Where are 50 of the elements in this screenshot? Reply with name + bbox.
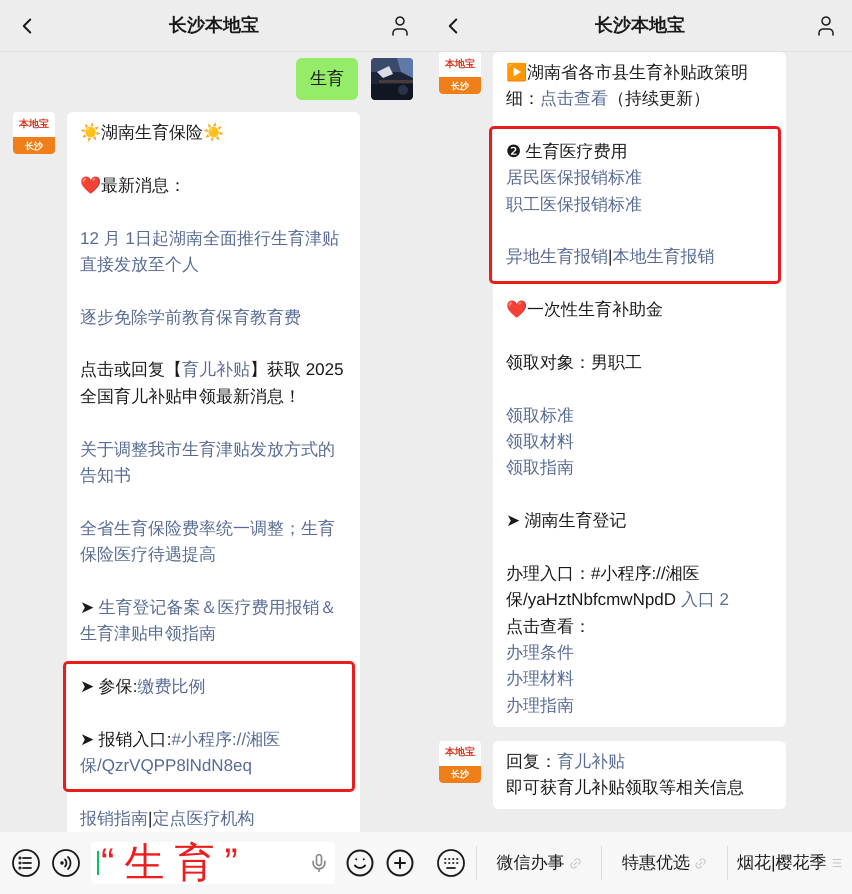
message-text: ❤最新消息：: [80, 174, 187, 197]
logo-text: 本地宝: [19, 118, 49, 130]
message-text: 生育: [310, 68, 344, 90]
message-text: 领取材料: [506, 431, 575, 454]
message-text: 点击或回复【育儿补贴】获取 2025 全国育儿补贴申领最新消息！: [80, 359, 345, 408]
input-field[interactable]: “生育”: [91, 842, 335, 884]
message-text: 报销指南|定点医疗机构: [80, 808, 256, 830]
message-text: 全省生育保险费率统一调整；生育保险医疗待遇提高: [80, 518, 336, 566]
message-text: ☀湖南生育保险☀: [80, 122, 225, 144]
message-text: 点击查看：: [506, 616, 592, 638]
menu-item[interactable]: 微信办事: [496, 850, 582, 876]
message-text: 居民医保报销标准: [506, 167, 643, 190]
logo-city: 长沙: [451, 769, 469, 780]
message-text: 12 月 1日起湖南全面推行生育津贴直接发放至个人: [80, 228, 340, 276]
window-title: 长沙本地宝: [169, 14, 259, 37]
message-text: 异地生育报销|本地生育报销: [506, 246, 716, 268]
message-text: 办理入口：#小程序://湘医保/yaHztNbfcmwNpdD 入口 2: [506, 563, 730, 612]
logo-city: 长沙: [451, 80, 469, 92]
emoji-icon[interactable]: [345, 848, 375, 878]
message-text: ▶湖南省各市县生育补贴政策明细：点击查看（持续更新）: [506, 62, 749, 110]
menu-item[interactable]: 特惠优选: [622, 850, 707, 876]
message-text: 办理条件: [506, 642, 575, 664]
message-text: 关于调整我市生育津贴发放方式的告知书: [80, 438, 336, 487]
message-text: ➤ 报销入口:#小程序://湘医保/QzrVQPP8lNdN8eq: [80, 728, 282, 777]
message-text: ➤ 生育登记备案＆医疗费用报销＆生育津贴申领指南: [80, 596, 338, 646]
message-text: 办理指南: [506, 694, 575, 717]
message-text: 领取指南: [506, 457, 575, 480]
message-text: 逐步免除学前教育保育教育费: [80, 306, 302, 329]
logo-city: 长沙: [25, 140, 43, 152]
list-icon[interactable]: [11, 848, 41, 878]
message-text: 领取对象：男职工: [506, 352, 643, 374]
message-text: 领取标准: [506, 404, 575, 427]
message-text: 回复：育儿补贴: [506, 750, 626, 773]
plus-icon[interactable]: [385, 848, 415, 878]
menu-icon: [830, 857, 843, 869]
keyboard-icon[interactable]: [436, 848, 466, 878]
window-title: 长沙本地宝: [595, 14, 685, 37]
logo-text: 本地宝: [445, 58, 475, 70]
message-text: 办理材料: [506, 668, 575, 690]
message-text: ➤ 参保:缴费比例: [80, 676, 206, 698]
message-text: 职工医保报销标准: [506, 194, 643, 216]
voice-icon[interactable]: [51, 848, 81, 878]
overlay-text: “生育”: [101, 842, 249, 884]
message-text: ➤ 湖南生育登记: [506, 510, 628, 532]
menu-item[interactable]: 烟花|樱花季: [737, 850, 843, 876]
text-cursor: [97, 851, 99, 875]
message-text: ❷ 生育医疗费用: [506, 141, 629, 164]
message-text: ❤一次性生育补助金: [506, 299, 664, 322]
message-text: 即可获育儿补贴领取等相关信息: [506, 777, 745, 800]
logo-text: 本地宝: [445, 747, 475, 760]
